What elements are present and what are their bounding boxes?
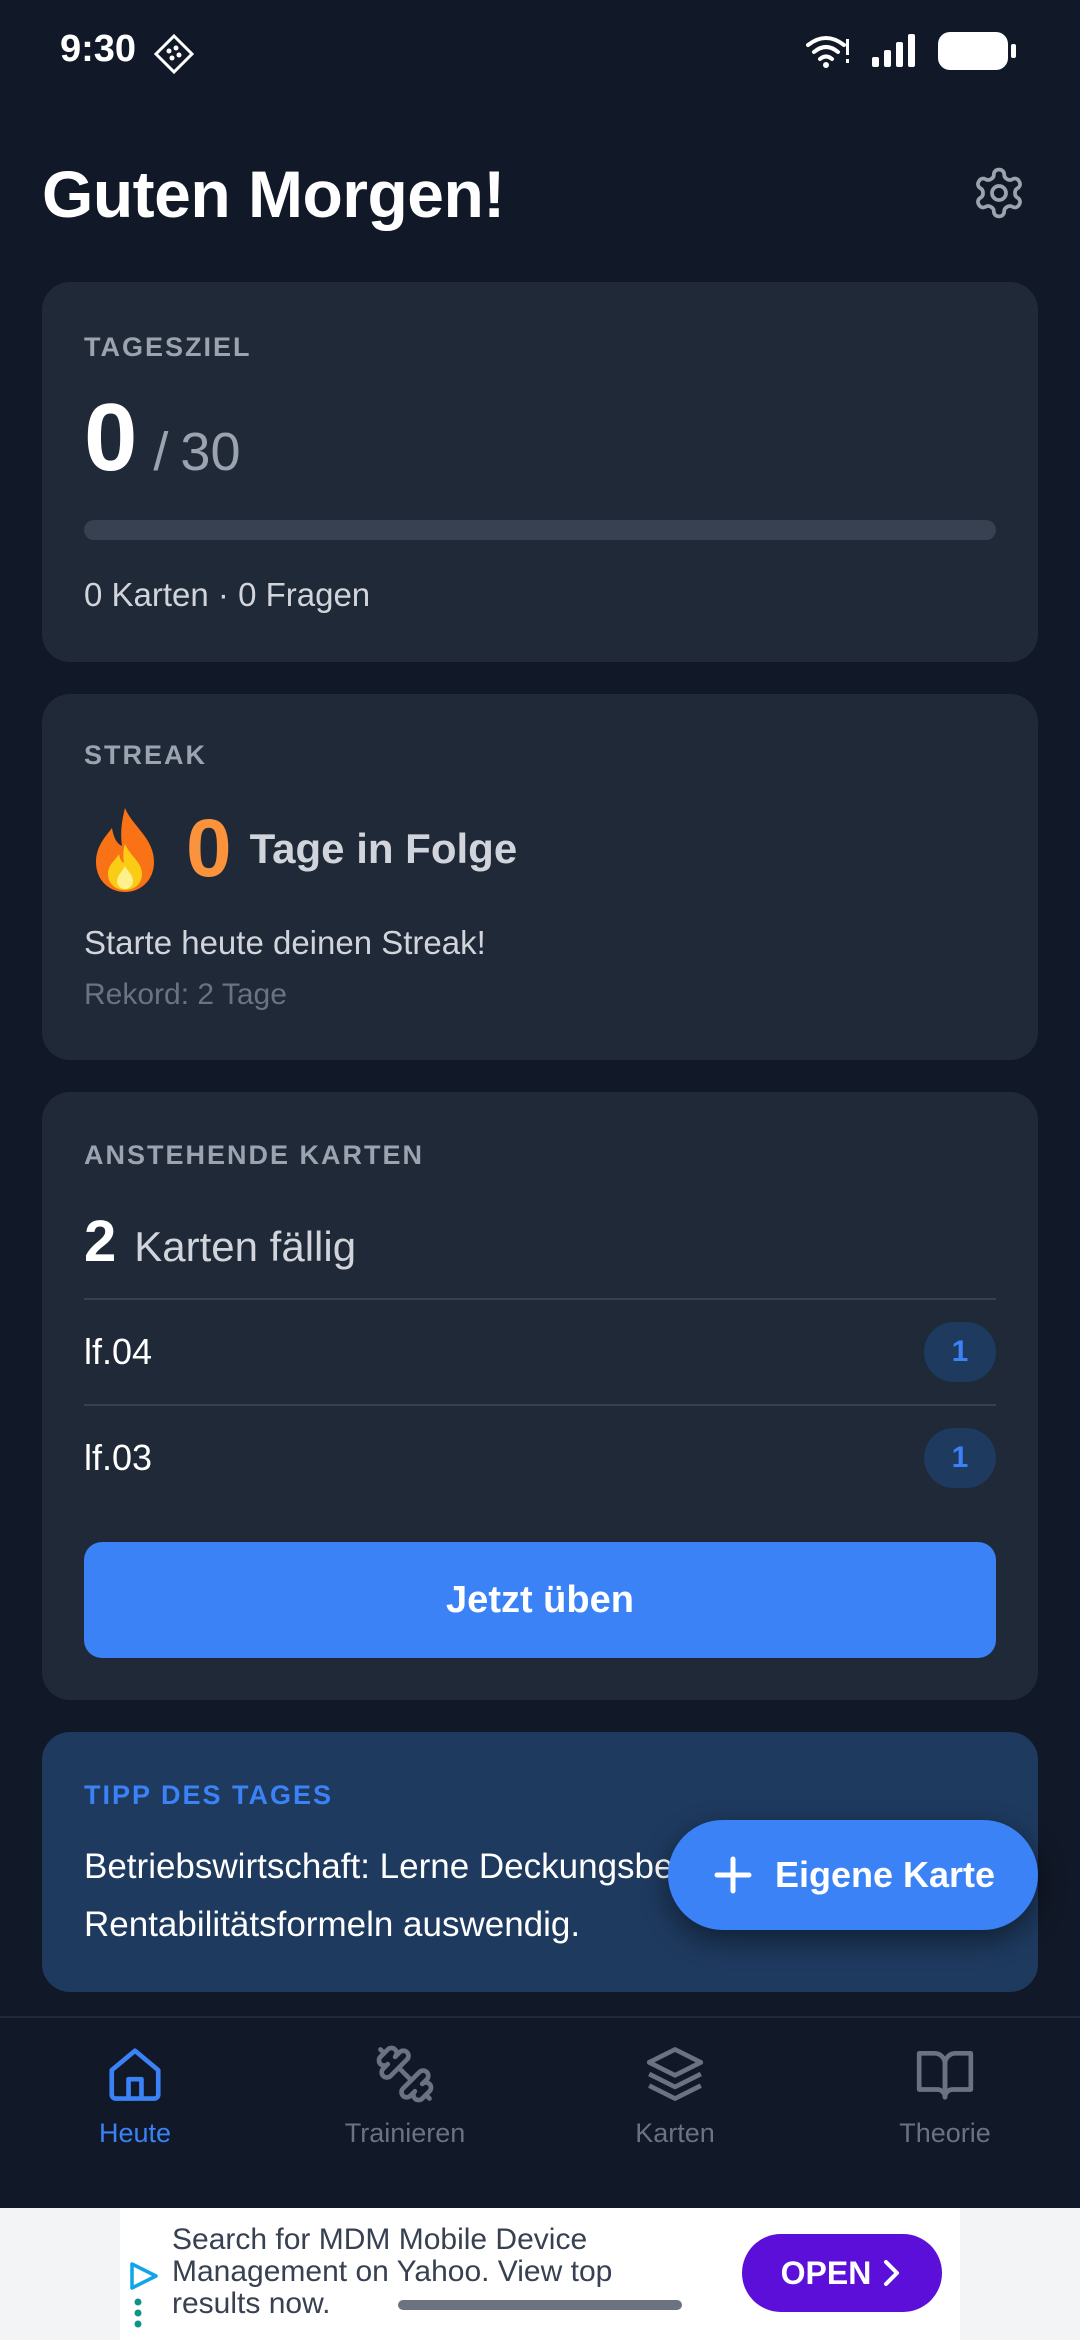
- screen: 9:30 Guten Morgen! TAGESZIEL 0 / 30 0 Ka…: [0, 0, 1080, 2340]
- deck-row[interactable]: lf.04 1: [84, 1298, 996, 1404]
- streak-unit: Tage in Folge: [249, 825, 518, 872]
- home-icon: [101, 2040, 169, 2108]
- deck-name: lf.04: [84, 1331, 153, 1372]
- add-custom-card-label: Eigene Karte: [774, 1854, 996, 1895]
- due-cards-label: ANSTEHENDE KARTEN: [84, 1140, 425, 1170]
- sim-card-icon: [154, 34, 194, 74]
- chevron-right-icon: [884, 2260, 900, 2286]
- streak-value: 0: [186, 803, 232, 894]
- gear-icon: [976, 167, 1022, 219]
- daily-goal-progress-text: 0 / 30: [84, 390, 240, 486]
- nav-item-train[interactable]: Trainieren: [270, 2018, 540, 2208]
- practice-now-button[interactable]: Jetzt üben: [84, 1542, 996, 1658]
- flame-icon: [96, 808, 154, 892]
- wifi-icon: [806, 36, 849, 68]
- signal-icon: [872, 34, 915, 67]
- tip-label: TIPP DES TAGES: [84, 1780, 334, 1810]
- layers-icon: [641, 2040, 709, 2108]
- ad-area: Search for MDM Mobile Device Management …: [0, 2208, 1080, 2340]
- daily-goal-value: 0: [84, 384, 138, 491]
- deck-row[interactable]: lf.03 1: [84, 1404, 996, 1510]
- ad-choices-icon: [130, 2262, 158, 2328]
- settings-button[interactable]: [966, 160, 1032, 226]
- due-cards-card: ANSTEHENDE KARTEN 2 Karten fällig lf.04 …: [42, 1092, 1038, 1700]
- due-cards-count: 2: [84, 1209, 117, 1274]
- deck-name: lf.03: [84, 1437, 153, 1478]
- deck-due-badge: 1: [924, 1322, 996, 1382]
- nav-label-train: Trainieren: [344, 2118, 466, 2148]
- status-icons: [806, 32, 1016, 70]
- streak-card: STREAK 0 Tage in Folge Starte heute dein…: [42, 694, 1038, 1060]
- streak-label: STREAK: [84, 740, 208, 770]
- nav-item-cards[interactable]: Karten: [540, 2018, 810, 2208]
- streak-row: 0 Tage in Folge: [84, 804, 517, 894]
- nav-label-cards: Karten: [635, 2118, 715, 2148]
- nav-label-theory: Theorie: [899, 2118, 991, 2148]
- daily-goal-stats: 0 Karten · 0 Fragen: [84, 576, 371, 613]
- daily-goal-separator: /: [153, 422, 169, 482]
- ad-open-label: OPEN: [780, 2254, 872, 2291]
- bottom-nav: Heute Trainieren Karten Theorie: [0, 2016, 1080, 2208]
- daily-goal-label: TAGESZIEL: [84, 332, 252, 362]
- nav-label-today: Heute: [98, 2118, 172, 2148]
- deck-due-badge: 1: [924, 1428, 996, 1488]
- streak-record: Rekord: 2 Tage: [84, 978, 287, 1011]
- battery-icon: [938, 32, 1016, 70]
- streak-message: Starte heute deinen Streak!: [84, 924, 486, 961]
- nav-item-today[interactable]: Heute: [0, 2018, 270, 2208]
- due-cards-summary: 2 Karten fällig: [84, 1208, 356, 1275]
- ad-open-button[interactable]: OPEN: [742, 2234, 942, 2312]
- home-indicator[interactable]: [398, 2300, 682, 2310]
- daily-goal-progress-bar: [84, 520, 996, 540]
- daily-goal-card: TAGESZIEL 0 / 30 0 Karten · 0 Fragen: [42, 282, 1038, 662]
- due-cards-text: Karten fällig: [134, 1223, 357, 1270]
- status-time: 9:30: [60, 28, 137, 70]
- ad-banner[interactable]: Search for MDM Mobile Device Management …: [120, 2208, 960, 2340]
- add-custom-card-button[interactable]: Eigene Karte: [668, 1820, 1038, 1930]
- nav-item-theory[interactable]: Theorie: [810, 2018, 1080, 2208]
- book-icon: [911, 2040, 979, 2108]
- dumbbell-icon: [371, 2040, 439, 2108]
- daily-goal-target: 30: [180, 422, 241, 482]
- status-bar: 9:30: [0, 0, 1080, 110]
- plus-icon: [714, 1856, 752, 1894]
- page-title: Guten Morgen!: [42, 157, 505, 231]
